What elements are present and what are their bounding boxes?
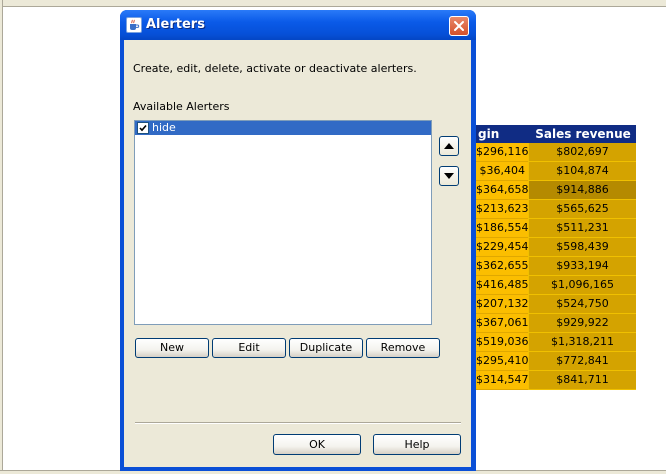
table-row: $229,454 $598,439	[476, 238, 636, 257]
dialog-title: Alerters	[146, 17, 205, 32]
ok-button[interactable]: OK	[273, 434, 361, 455]
report-header-row: gin Sales revenue	[476, 125, 636, 143]
margin-cell: $213,623	[476, 200, 529, 219]
table-row: $519,036 $1,318,211	[476, 333, 636, 352]
checkmark-icon	[139, 124, 147, 132]
table-row: $416,485 $1,096,165	[476, 276, 636, 295]
margin-cell: $186,554	[476, 219, 529, 238]
alerter-active-checkbox[interactable]	[137, 122, 149, 134]
sales-revenue-cell: $841,711	[528, 371, 636, 390]
table-row: $367,061 $929,922	[476, 314, 636, 333]
table-row: $36,404 $104,874	[476, 162, 636, 181]
table-row: $186,554 $511,231	[476, 219, 636, 238]
sales-revenue-cell: $914,886	[528, 181, 636, 200]
java-cup-icon	[126, 17, 142, 33]
margin-cell: $296,116	[476, 143, 529, 162]
app-left-border	[0, 0, 3, 473]
report-table: gin Sales revenue $296,116 $802,697 $36,40…	[476, 125, 636, 390]
margin-cell: $362,655	[476, 257, 529, 276]
sales-revenue-cell: $802,697	[528, 143, 636, 162]
sales-revenue-cell: $929,922	[528, 314, 636, 333]
margin-cell: $36,404	[476, 162, 528, 181]
help-button[interactable]: Help	[373, 434, 461, 455]
margin-cell: $207,132	[476, 295, 529, 314]
sales-revenue-cell: $772,841	[528, 352, 636, 371]
margin-cell: $229,454	[476, 238, 529, 257]
alerters-list[interactable]: hide	[134, 120, 432, 325]
sales-revenue-cell: $1,318,211	[528, 333, 636, 352]
column-header-sales-revenue: Sales revenue	[535, 127, 631, 141]
title-bar[interactable]: Alerters	[120, 10, 476, 40]
sales-revenue-cell: $524,750	[528, 295, 636, 314]
margin-cell: $295,410	[476, 352, 529, 371]
sales-revenue-cell: $511,231	[528, 219, 636, 238]
report-rows: $296,116 $802,697 $36,404 $104,874 $364,658 $…	[476, 143, 636, 390]
table-row: $295,410 $772,841	[476, 352, 636, 371]
table-row: $213,623 $565,625	[476, 200, 636, 219]
move-up-button[interactable]	[439, 136, 459, 156]
table-row: $207,132 $524,750	[476, 295, 636, 314]
margin-cell: $364,658	[476, 181, 529, 200]
margin-cell: $314,547	[476, 371, 529, 390]
sales-revenue-cell: $565,625	[528, 200, 636, 219]
list-item[interactable]: hide	[135, 121, 431, 135]
table-row: $314,547 $841,711	[476, 371, 636, 390]
arrow-down-icon	[444, 173, 454, 179]
dialog-content: Create, edit, delete, activate or deacti…	[124, 40, 471, 467]
arrow-up-icon	[444, 143, 454, 149]
close-icon	[454, 21, 464, 31]
margin-cell: $519,036	[476, 333, 529, 352]
sales-revenue-cell: $104,874	[528, 162, 636, 181]
table-row: $362,655 $933,194	[476, 257, 636, 276]
alerter-label: hide	[152, 121, 176, 134]
sales-revenue-cell: $598,439	[528, 238, 636, 257]
dialog-description: Create, edit, delete, activate or deacti…	[133, 62, 417, 75]
new-button[interactable]: New	[135, 338, 209, 358]
alerters-dialog: Alerters Create, edit, delete, activate …	[120, 10, 476, 471]
app-top-border	[0, 0, 666, 7]
close-button[interactable]	[449, 16, 469, 36]
sales-revenue-cell: $1,096,165	[528, 276, 636, 295]
separator	[135, 422, 461, 424]
move-down-button[interactable]	[439, 166, 459, 186]
sales-revenue-cell: $933,194	[528, 257, 636, 276]
column-header-margin: gin	[478, 127, 500, 141]
margin-cell: $367,061	[476, 314, 529, 333]
margin-cell: $416,485	[476, 276, 529, 295]
available-alerters-label: Available Alerters	[133, 100, 230, 113]
table-row: $364,658 $914,886	[476, 181, 636, 200]
table-row: $296,116 $802,697	[476, 143, 636, 162]
edit-button[interactable]: Edit	[212, 338, 286, 358]
duplicate-button[interactable]: Duplicate	[289, 338, 363, 358]
remove-button[interactable]: Remove	[366, 338, 440, 358]
